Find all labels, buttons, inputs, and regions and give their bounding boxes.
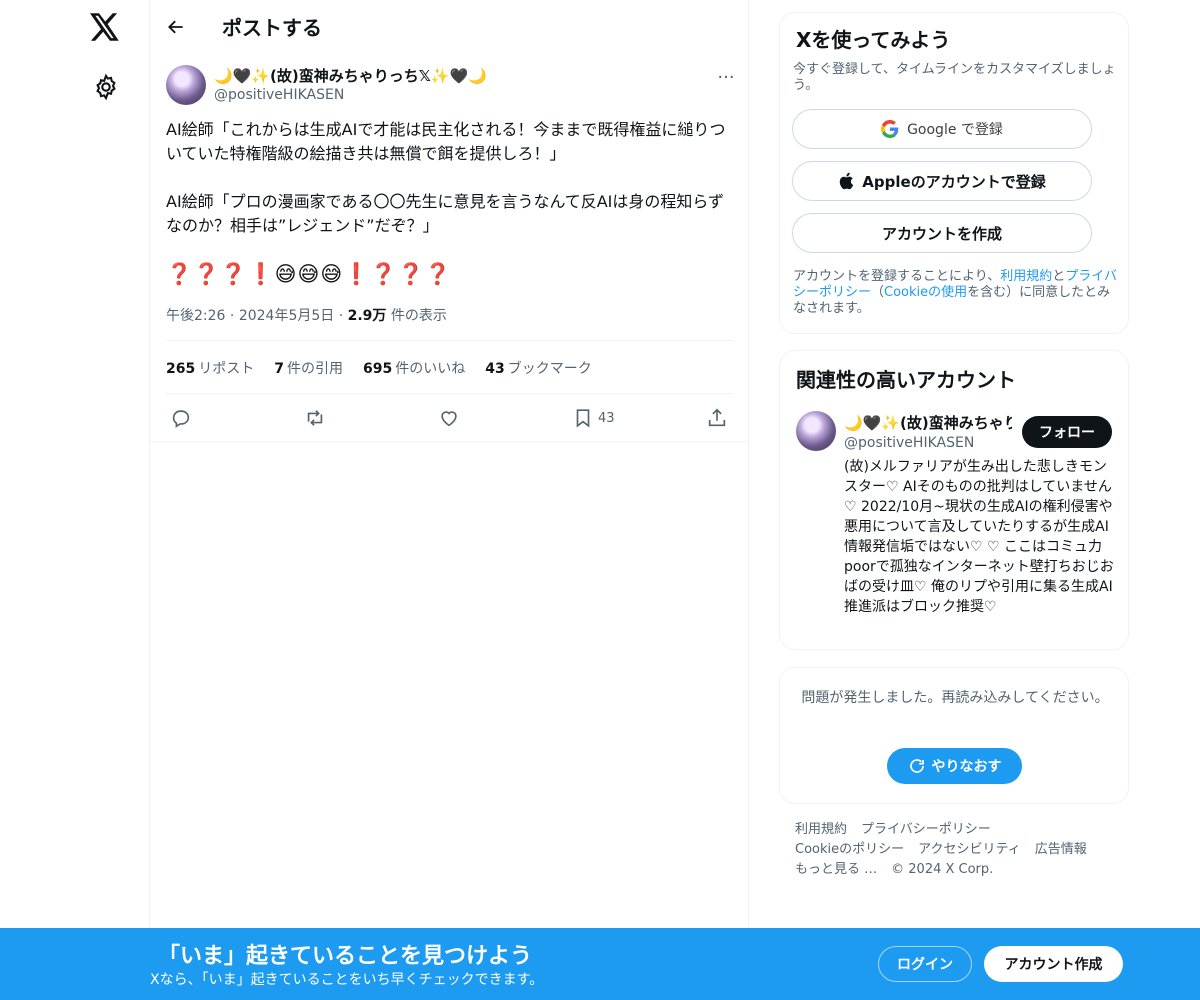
page-header: ポストする [150, 0, 748, 53]
page-title: ポストする [222, 16, 322, 40]
banner-subtitle: Xなら、「いま」起きていることをいち早くチェックできます。 [150, 972, 544, 988]
footer-link[interactable]: もっと見る … [795, 862, 877, 877]
repost-icon[interactable] [304, 404, 326, 432]
footer-link[interactable]: 利用規約 [795, 822, 847, 837]
share-icon[interactable] [706, 404, 728, 432]
divider [150, 441, 749, 442]
signup-title: Xを使ってみよう [796, 28, 951, 52]
heart-icon[interactable] [438, 404, 460, 432]
refresh-icon [909, 759, 924, 773]
related-accounts-card: 関連性の高いアカウント 🌙🖤✨(故)蛮神みちゃりっち𝕏✨🖤🌙 @positive… [779, 350, 1129, 650]
footer-link[interactable]: アクセシビリティ [918, 842, 1021, 857]
footer-links: 利用規約 プライバシーポリシー Cookieのポリシー アクセシビリティ 広告情報 も… [795, 820, 1125, 880]
banner-title: 「いま」起きていることを見つけよう [158, 944, 533, 969]
reply-icon[interactable] [170, 404, 192, 432]
divider [166, 340, 733, 341]
apple-icon [838, 172, 854, 190]
footer-link[interactable]: プライバシーポリシー [861, 822, 991, 837]
stat-likes[interactable]: 695 件のいいね [363, 358, 465, 378]
meta-separator: · [338, 308, 344, 324]
left-rail [0, 0, 150, 1000]
error-card: 問題が発生しました。再読み込みしてください。 やりなおす [779, 667, 1129, 804]
google-icon [881, 120, 899, 138]
footer-link[interactable]: Cookieのポリシー [795, 842, 904, 857]
signup-banner: 「いま」起きていることを見つけよう Xなら、「いま」起きていることをいち早くチェ… [0, 928, 1200, 1000]
footer-link[interactable]: 広告情報 [1035, 842, 1087, 857]
related-account-bio: (故)メルファリアが生み出した悲しきモンスター♡ AIそのものの批判はしていませ… [844, 459, 1114, 615]
error-message: 問題が発生しました。再読み込みしてください。 [801, 690, 1109, 706]
divider [166, 393, 733, 394]
create-account-button[interactable]: アカウントを作成 [792, 213, 1092, 253]
tweet-text: AI絵師「これからは生成AIで才能は民主化される！今ままで既得権益に縋りついてい… [166, 120, 726, 235]
terms-link[interactable]: 利用規約 [1000, 269, 1052, 284]
banner-signup-button[interactable]: アカウント作成 [984, 946, 1123, 982]
stat-quotes[interactable]: 7 件の引用 [274, 358, 343, 378]
main-column: ポストする 🌙🖤✨(故)蛮神みちゃりっち𝕏✨🖤🌙 @positiveHIKASE… [150, 0, 749, 1000]
retry-label: やりなおす [931, 759, 1002, 775]
views-count: 2.9万 [347, 308, 387, 324]
apple-signup-button[interactable]: Appleのアカウントで登録 [792, 161, 1092, 201]
signup-subtitle: 今すぐ登録して、タイムラインをカスタマイズしましょう。 [793, 62, 1116, 93]
stat-bookmarks[interactable]: 43 ブックマーク [485, 358, 591, 378]
signup-legal-text: アカウントを登録することにより、利用規約とプライバシーポリシー（Cookieの使… [793, 269, 1118, 316]
tweet-date[interactable]: 2024年5月5日 [239, 308, 334, 324]
more-icon[interactable]: ··· [716, 69, 736, 91]
tweet-stats: 265 リポスト 7 件の引用 695 件のいいね 43 ブックマーク [166, 358, 592, 378]
login-button[interactable]: ログイン [878, 946, 972, 982]
meta-separator: · [229, 308, 235, 324]
google-signup-button[interactable]: Google で登録 [792, 109, 1092, 149]
avatar[interactable] [796, 411, 836, 451]
x-logo-icon[interactable] [88, 10, 122, 44]
bookmark-icon[interactable]: 43 [572, 404, 615, 432]
arrow-left-icon[interactable] [166, 17, 186, 37]
google-signup-label: Google で登録 [907, 122, 1003, 138]
author-handle[interactable]: @positiveHIKASEN [214, 87, 344, 103]
avatar[interactable] [166, 65, 206, 105]
tweet-author: 🌙🖤✨(故)蛮神みちゃりっち𝕏✨🖤🌙 @positiveHIKASEN ··· [166, 65, 736, 105]
copyright: © 2024 X Corp. [891, 862, 994, 877]
cookie-link[interactable]: Cookieの使用 [884, 285, 967, 300]
gear-icon[interactable] [92, 73, 120, 101]
follow-button[interactable]: フォロー [1022, 416, 1112, 448]
related-account-handle[interactable]: @positiveHIKASEN [844, 435, 974, 451]
author-name[interactable]: 🌙🖤✨(故)蛮神みちゃりっち𝕏✨🖤🌙 [214, 65, 487, 86]
views-label: 件の表示 [390, 308, 447, 324]
tweet-time[interactable]: 午後2:26 [166, 308, 225, 324]
bookmark-count: 43 [598, 410, 615, 426]
apple-signup-label: Appleのアカウントで登録 [862, 172, 1046, 191]
stat-reposts[interactable]: 265 リポスト [166, 358, 254, 378]
signup-card: Xを使ってみよう 今すぐ登録して、タイムラインをカスタマイズしましょう。 Goo… [779, 12, 1129, 334]
related-account-name[interactable]: 🌙🖤✨(故)蛮神みちゃりっち𝕏✨🖤🌙 [844, 412, 1012, 433]
tweet-emoji-line: ❓❓❓❗😅😅😅❗❓❓❓ [166, 262, 452, 286]
tweet-meta: 午後2:26 · 2024年5月5日 · 2.9万 件の表示 [166, 305, 447, 325]
tweet-actions: 43 [166, 404, 733, 432]
related-title: 関連性の高いアカウント [796, 368, 1016, 392]
retry-button[interactable]: やりなおす [887, 748, 1022, 784]
